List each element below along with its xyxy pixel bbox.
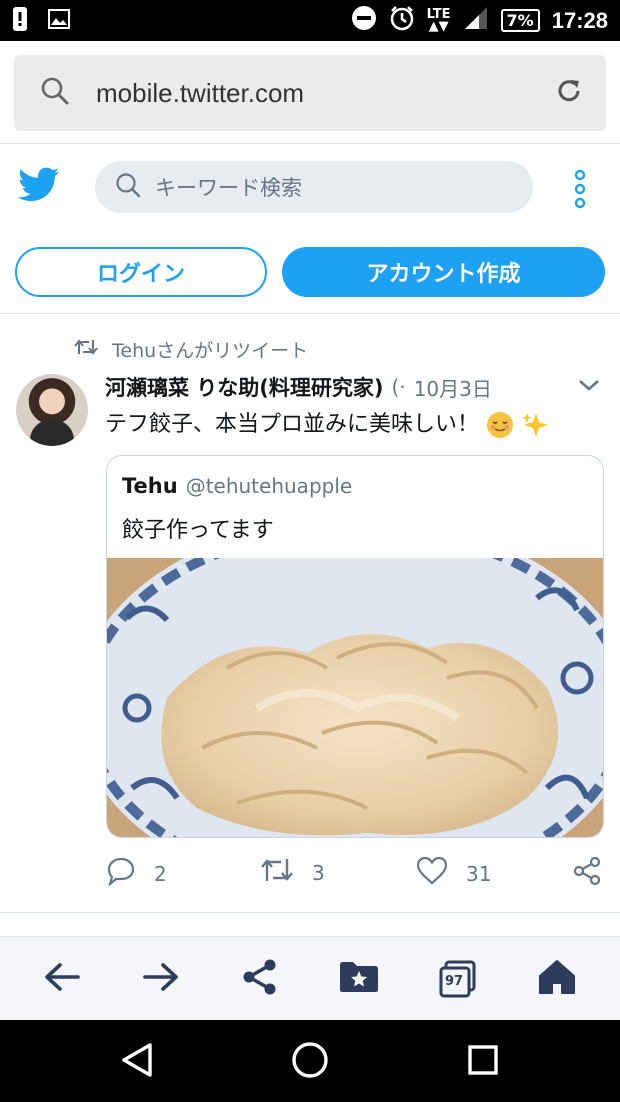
search-icon <box>40 76 70 110</box>
like-action[interactable]: 31 <box>416 856 491 891</box>
quoted-author-line: Tehu @tehutehuapple <box>122 474 352 498</box>
retweet-count: 3 <box>312 860 325 885</box>
search-icon <box>115 172 141 202</box>
retweet-icon <box>260 856 294 889</box>
author-name[interactable]: 河瀬璃菜 りな助(料理研究家) <box>105 372 384 402</box>
arrow-right-icon <box>141 961 181 997</box>
folder-star-icon <box>338 960 380 998</box>
signal-icon <box>463 5 489 37</box>
back-button[interactable] <box>40 957 84 1001</box>
tabs-button[interactable]: 97 <box>436 957 480 1001</box>
auth-buttons: ログイン アカウント作成 <box>0 247 620 297</box>
twitter-bird-icon[interactable] <box>18 167 60 207</box>
browser-toolbar: 97 <box>0 936 620 1020</box>
tweet-author-line: 河瀬璃菜 りな助(料理研究家) (· 10月3日 <box>105 372 605 402</box>
quoted-tweet[interactable]: Tehu @tehutehuapple 餃子作ってます <box>106 455 604 838</box>
tabs-icon: 97 <box>438 959 478 999</box>
avatar[interactable] <box>16 374 88 446</box>
tab-count: 97 <box>445 974 464 989</box>
divider <box>0 313 620 314</box>
chevron-down-icon[interactable] <box>577 377 601 397</box>
status-bar: LTE ▲▼ 7% 17:28 <box>0 0 620 41</box>
back-triangle-icon <box>120 1042 154 1082</box>
retweet-action[interactable]: 3 <box>260 856 325 889</box>
alert-notification-icon <box>12 6 28 36</box>
tweet-body: テフ餃子、本当プロ並みに美味しい！ <box>105 412 480 437</box>
nav-home-button[interactable] <box>290 1042 330 1082</box>
login-button[interactable]: ログイン <box>15 247 267 297</box>
signup-button[interactable]: アカウント作成 <box>282 247 605 297</box>
network-type: LTE ▲▼ <box>426 6 451 34</box>
tweet-date[interactable]: 10月3日 <box>414 373 492 402</box>
recents-square-icon <box>466 1043 500 1081</box>
image-notification-icon <box>48 8 70 33</box>
reload-icon[interactable] <box>554 76 584 110</box>
nav-back-button[interactable] <box>117 1042 157 1082</box>
retweet-context[interactable]: Tehuさんがリツイート <box>74 336 308 363</box>
arrow-left-icon <box>42 961 82 997</box>
do-not-disturb-icon <box>351 5 377 37</box>
share-icon <box>240 958 280 1000</box>
tweet-actions: 2 3 31 <box>0 848 620 894</box>
nav-recents-button[interactable] <box>463 1042 503 1082</box>
bookmarks-button[interactable] <box>337 957 381 1001</box>
search-placeholder: キーワード検索 <box>155 176 302 200</box>
share-icon <box>572 856 602 891</box>
browser-address-area: mobile.twitter.com <box>0 41 620 144</box>
url-text[interactable]: mobile.twitter.com <box>96 78 304 109</box>
quoted-author-handle: @tehutehuapple <box>185 474 353 498</box>
like-count: 31 <box>466 861 492 886</box>
sparkles-emoji-icon <box>521 411 549 439</box>
relieved-face-emoji-icon <box>486 411 514 439</box>
alarm-icon <box>389 5 415 37</box>
twitter-header: キーワード検索 <box>0 145 620 235</box>
heart-icon <box>416 856 448 891</box>
twitter-search-field[interactable]: キーワード検索 <box>95 161 533 213</box>
tweet-text: テフ餃子、本当プロ並みに美味しい！ <box>105 406 549 439</box>
more-options-icon[interactable] <box>572 169 588 213</box>
home-icon <box>537 958 577 1000</box>
author-handle[interactable]: (· <box>392 375 406 399</box>
quoted-author-name: Tehu <box>122 474 178 498</box>
dumplings-photo[interactable] <box>107 518 603 837</box>
forward-button[interactable] <box>139 957 183 1001</box>
home-button[interactable] <box>535 957 579 1001</box>
home-circle-icon <box>290 1040 330 1084</box>
retweet-note-text: Tehuさんがリツイート <box>112 340 309 362</box>
battery-indicator: 7% <box>500 9 540 32</box>
quoted-tweet-text: 餃子作ってます <box>122 518 274 543</box>
reply-icon <box>106 856 136 891</box>
address-bar[interactable]: mobile.twitter.com <box>14 55 606 131</box>
share-button[interactable] <box>238 957 282 1001</box>
reply-count: 2 <box>154 861 167 886</box>
share-action[interactable] <box>572 856 602 891</box>
divider <box>0 912 620 913</box>
android-nav-bar <box>0 1020 620 1102</box>
reply-action[interactable]: 2 <box>106 856 167 891</box>
clock: 17:28 <box>551 7 608 33</box>
retweet-icon <box>74 338 98 361</box>
